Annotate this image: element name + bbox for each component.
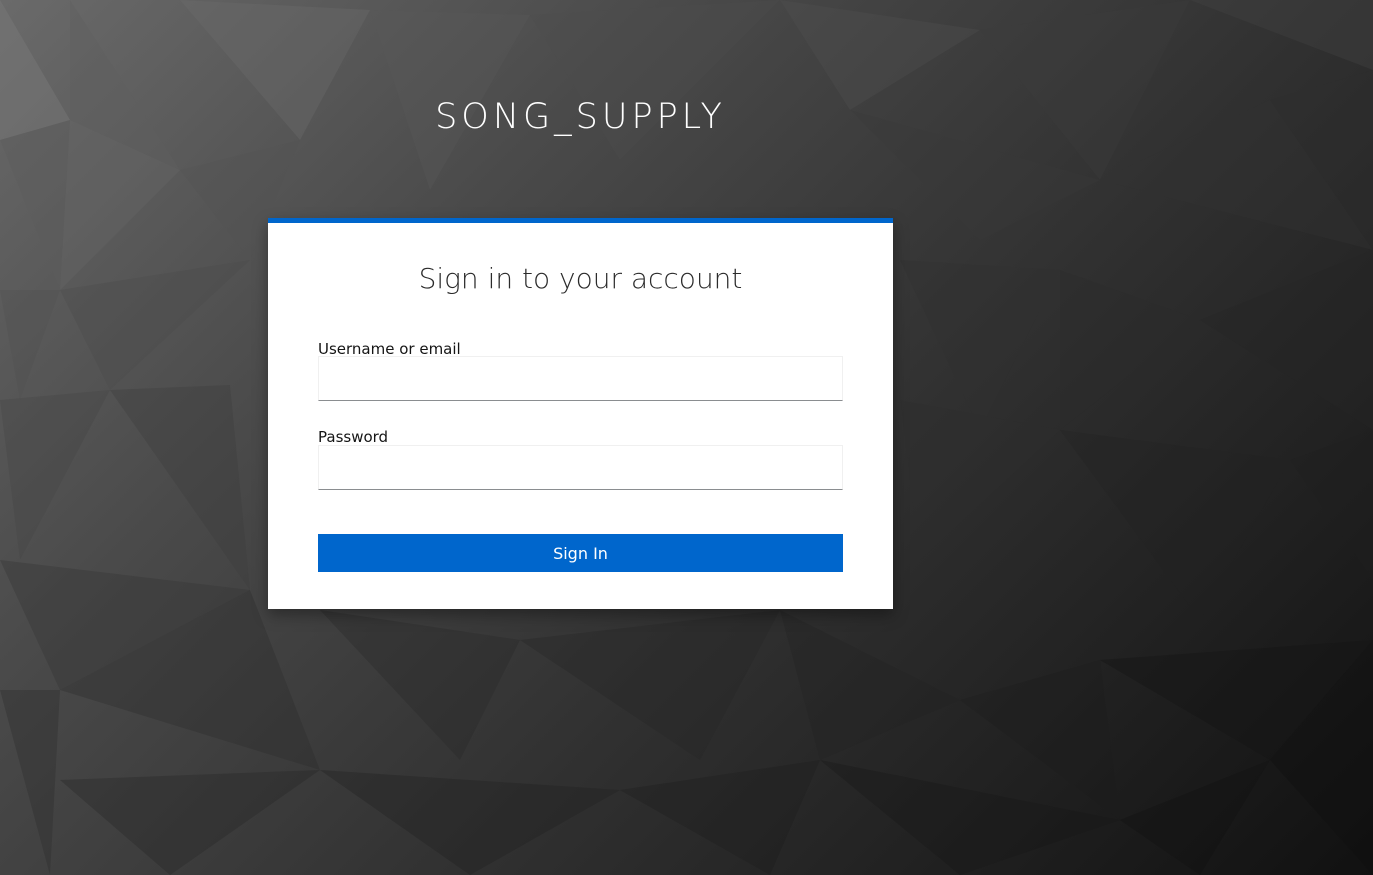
login-card: Sign in to your account Username or emai… (268, 218, 893, 609)
sign-in-button[interactable]: Sign In (318, 534, 843, 572)
brand-title: SONG_SUPPLY (435, 97, 726, 137)
login-heading: Sign in to your account (418, 262, 743, 295)
password-input[interactable] (318, 445, 843, 490)
username-input[interactable] (318, 356, 843, 401)
password-label: Password (318, 428, 389, 446)
